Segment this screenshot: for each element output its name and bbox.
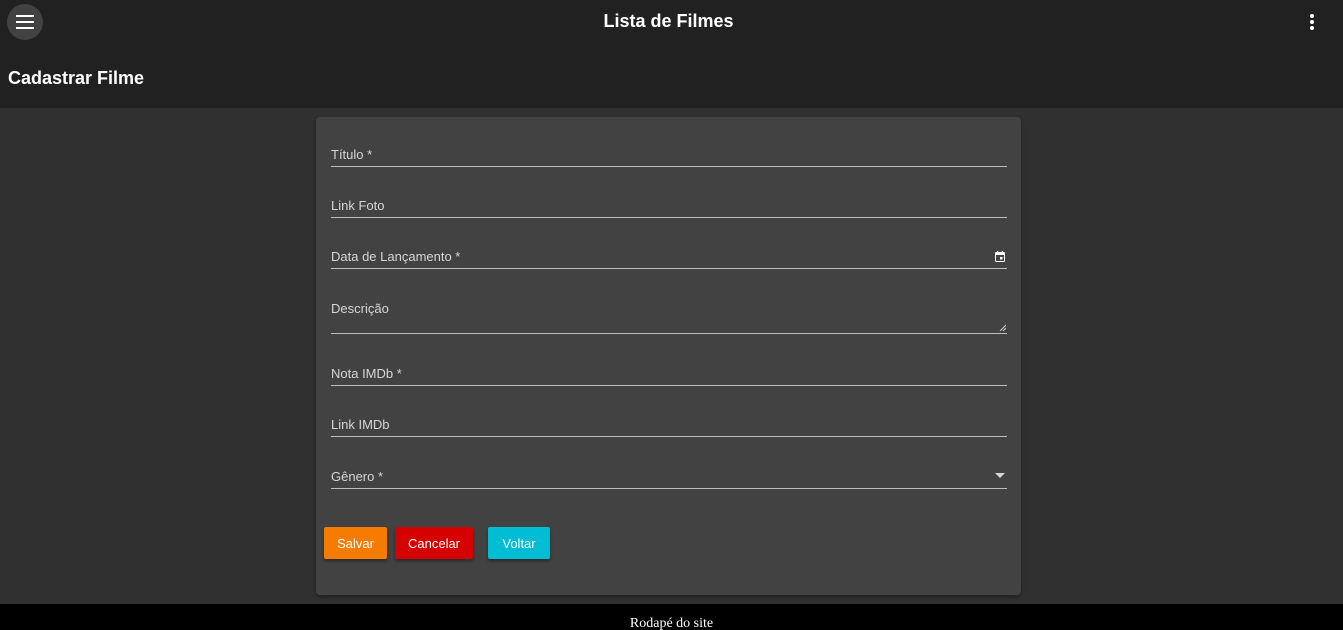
photo-link-field-label: Link Foto xyxy=(331,198,385,213)
title-field-label: Título * xyxy=(331,147,373,162)
app-title: Lista de Filmes xyxy=(603,11,734,31)
save-button[interactable]: Salvar xyxy=(324,527,387,559)
photo-link-field[interactable]: Link Foto xyxy=(331,188,1007,218)
top-app-bar: Lista de Filmes Cadastrar Filme xyxy=(0,0,1343,108)
page-title: Cadastrar Filme xyxy=(8,68,145,88)
imdb-rating-field[interactable]: Nota IMDb * xyxy=(331,356,1007,386)
genre-select[interactable]: Gênero * xyxy=(331,459,1007,489)
calendar-icon[interactable] xyxy=(995,251,1005,262)
more-options-button[interactable] xyxy=(1298,8,1326,36)
cancel-button[interactable]: Cancelar xyxy=(395,527,473,559)
imdb-rating-field-label: Nota IMDb * xyxy=(331,366,402,381)
footer-text: Rodapé do site xyxy=(629,616,714,630)
resize-handle-icon[interactable] xyxy=(999,324,1006,331)
release-date-field[interactable]: Data de Lançamento * xyxy=(331,239,1007,269)
site-footer: Rodapé do site xyxy=(0,604,1343,630)
dropdown-arrow-icon[interactable] xyxy=(995,473,1005,478)
genre-select-label: Gênero * xyxy=(331,469,384,484)
title-field[interactable]: Título * xyxy=(331,137,1007,167)
movie-form-card: Título * Link Foto Data de Lançamento * … xyxy=(316,117,1021,595)
release-date-field-label: Data de Lançamento * xyxy=(331,249,461,264)
more-vert-icon xyxy=(1310,14,1314,30)
imdb-link-field[interactable]: Link IMDb xyxy=(331,408,1007,437)
description-field-label: Descrição xyxy=(331,301,389,316)
back-button[interactable]: Voltar xyxy=(488,527,550,559)
imdb-link-field-label: Link IMDb xyxy=(331,417,390,432)
description-field[interactable]: Descrição xyxy=(331,291,1007,334)
